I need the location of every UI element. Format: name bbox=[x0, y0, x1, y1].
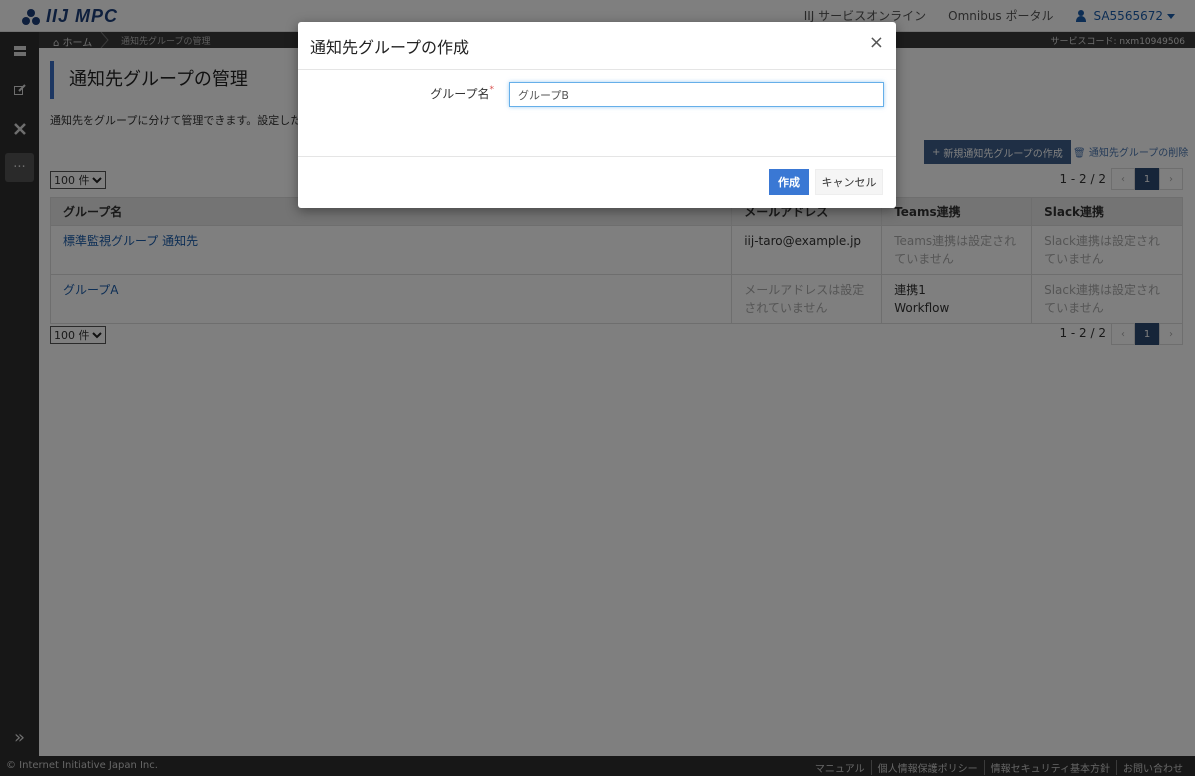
close-icon[interactable]: × bbox=[869, 32, 884, 53]
dialog-body: グループ名* bbox=[298, 70, 896, 157]
group-name-label: グループ名* bbox=[430, 85, 494, 102]
create-group-dialog: 通知先グループの作成 × グループ名* 作成 キャンセル bbox=[298, 22, 896, 208]
group-name-label-text: グループ名 bbox=[430, 87, 490, 101]
required-mark: * bbox=[489, 85, 495, 95]
create-button[interactable]: 作成 bbox=[769, 169, 809, 195]
cancel-button[interactable]: キャンセル bbox=[815, 169, 883, 195]
group-name-input[interactable] bbox=[509, 82, 884, 107]
dialog-header: 通知先グループの作成 × bbox=[298, 22, 896, 70]
dialog-footer: 作成 キャンセル bbox=[298, 157, 896, 207]
dialog-title: 通知先グループの作成 bbox=[310, 38, 470, 57]
